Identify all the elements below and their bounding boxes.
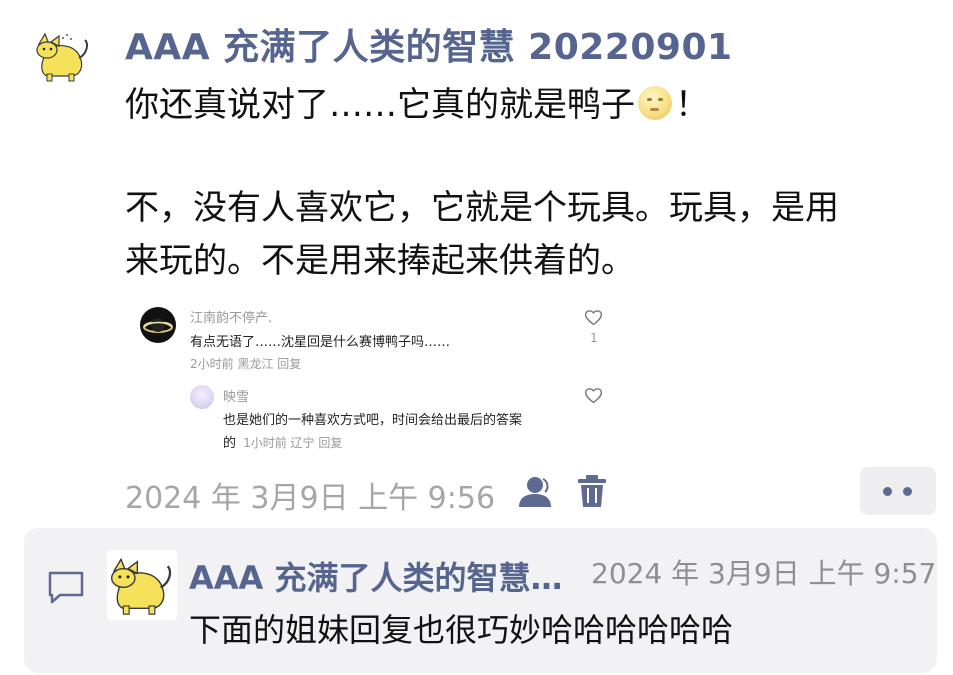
comment-avatar[interactable]	[107, 550, 177, 620]
post-text-line-2: 不，没有人喜欢它，它就是个玩具。玩具，是用	[125, 188, 839, 228]
like-count: 1	[590, 331, 598, 345]
comment-meta: 2小时前 黑龙江 回复	[190, 357, 302, 371]
commenter-avatar	[140, 307, 176, 343]
comment-author-name[interactable]: AAA 充满了人类的智慧…	[189, 553, 562, 599]
reply-text-line-2: 的 1小时前 辽宁 回复	[223, 436, 343, 451]
reply-text: 也是她们的一种喜欢方式吧，时间会给出最后的答案	[223, 413, 523, 428]
people-icon[interactable]	[515, 475, 555, 509]
comment-timestamp: 2024 年 3月9日 上午 9:57	[591, 557, 937, 590]
post-author-name[interactable]: AAA 充满了人类的智慧 20220901	[125, 18, 733, 70]
commenter-name: 江南韵不停产.	[190, 311, 273, 326]
post-text-line-1: 你还真说对了……它真的就是鸭子！	[125, 85, 709, 125]
post-text-line-3: 来玩的。不是用来捧起来供着的。	[125, 241, 635, 281]
heart-icon	[584, 310, 603, 326]
comment-text: 下面的姐妹回复也很巧妙哈哈哈哈哈哈	[189, 611, 734, 649]
cat-avatar-icon	[110, 557, 172, 615]
post-timestamp: 2024 年 3月9日 上午 9:56	[125, 481, 496, 516]
comment-section: AAA 充满了人类的智慧… 2024 年 3月9日 上午 9:57 下面的姐妹回…	[24, 528, 937, 673]
moon-face-emoji	[638, 86, 672, 120]
comment-text: 有点无语了……沈星回是什么赛博鸭子吗……	[190, 335, 451, 350]
heart-icon	[584, 388, 603, 404]
replier-avatar	[190, 385, 214, 409]
embedded-screenshot[interactable]: 江南韵不停产. 有点无语了……沈星回是什么赛博鸭子吗…… 2小时前 黑龙江 回复…	[133, 297, 613, 462]
cat-avatar-icon[interactable]	[33, 30, 93, 82]
trash-icon[interactable]	[575, 473, 609, 509]
comment-icon[interactable]	[46, 569, 86, 605]
replier-name: 映雪	[223, 390, 250, 405]
more-dots-icon[interactable]	[860, 467, 936, 515]
